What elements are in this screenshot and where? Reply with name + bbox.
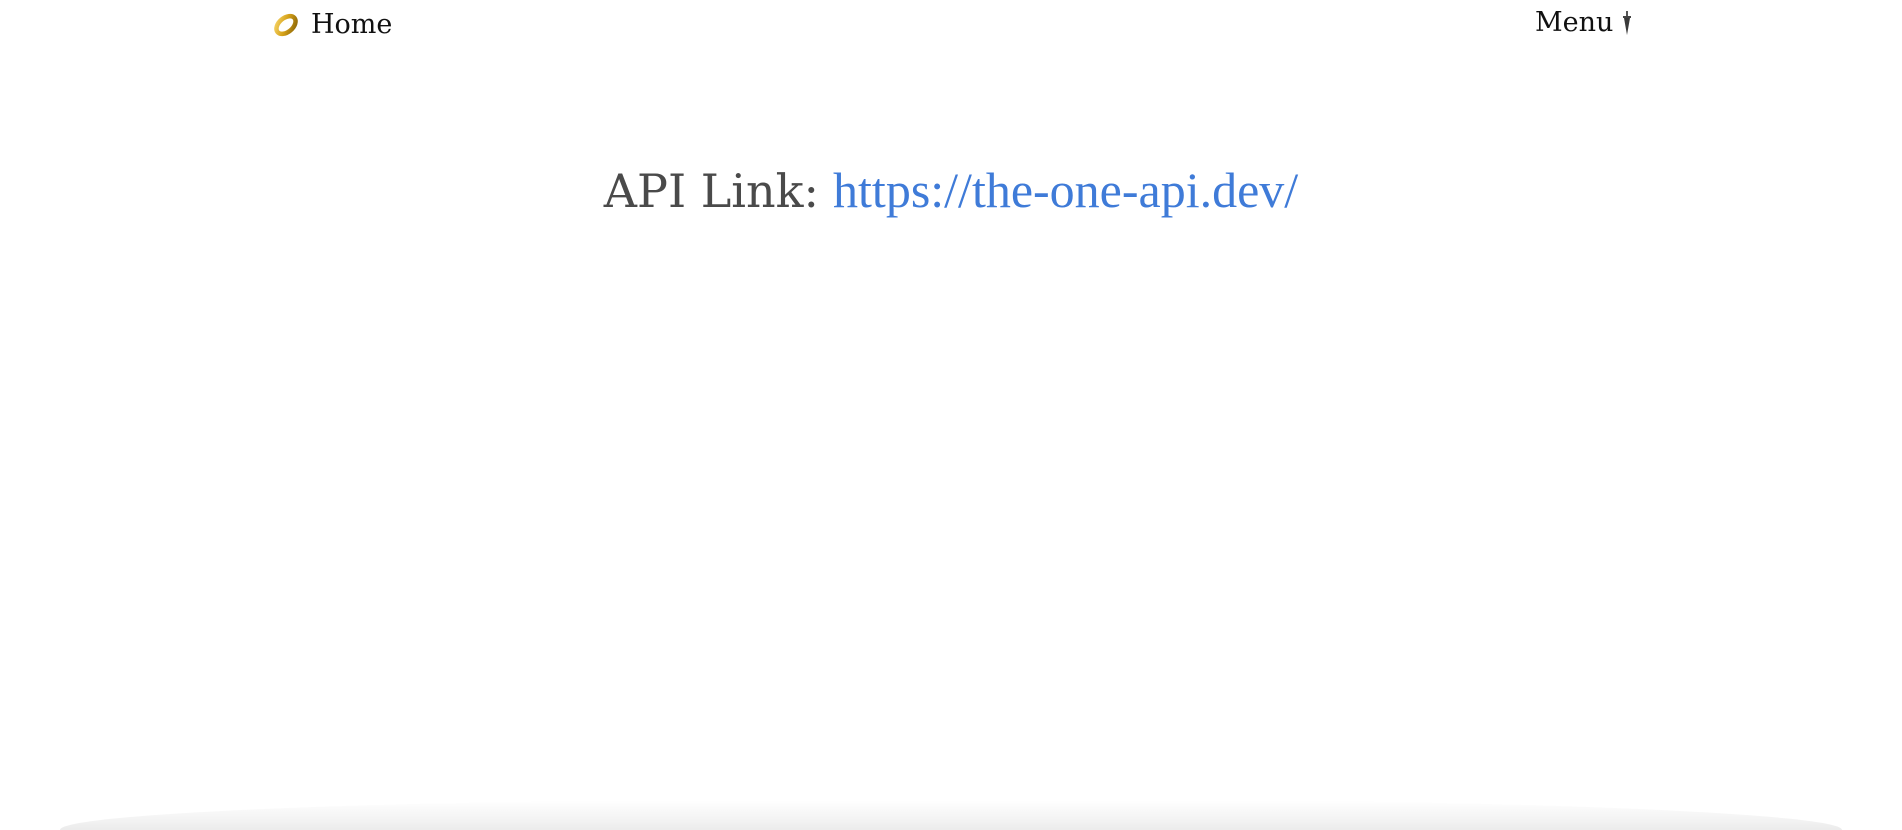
main-content: API Link: https://the-one-api.dev/ bbox=[0, 160, 1902, 221]
ring-icon bbox=[273, 12, 299, 38]
api-url-link[interactable]: https://the-one-api.dev/ bbox=[833, 162, 1298, 218]
home-link[interactable]: Home bbox=[273, 8, 392, 42]
home-label: Home bbox=[311, 9, 393, 40]
top-nav: Home Menu bbox=[0, 0, 1902, 56]
menu-button[interactable]: Menu bbox=[1535, 6, 1633, 40]
dagger-icon bbox=[1621, 10, 1633, 36]
footer-shadow bbox=[60, 800, 1842, 830]
api-link-line: API Link: https://the-one-api.dev/ bbox=[604, 160, 1298, 221]
api-link-label: API Link: bbox=[603, 164, 820, 218]
menu-label: Menu bbox=[1535, 7, 1614, 38]
